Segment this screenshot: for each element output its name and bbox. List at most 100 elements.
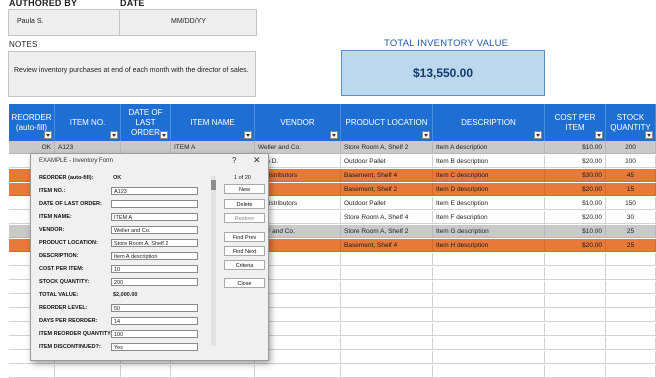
cell-description[interactable]: Item G description	[433, 225, 545, 238]
cell-qty[interactable]: 15	[606, 183, 656, 196]
cell-location[interactable]: Basement, Shelf 4	[341, 239, 433, 252]
cell-cost[interactable]: $10.00	[545, 225, 606, 238]
cell-location[interactable]	[341, 295, 433, 308]
criteria-button[interactable]: Criteria	[224, 260, 265, 270]
date-cell[interactable]: MM/DD/YY	[119, 9, 257, 36]
cell-location[interactable]: Outdoor Pallet	[341, 197, 433, 210]
cell-description[interactable]	[433, 253, 545, 266]
cell-qty[interactable]	[606, 267, 656, 280]
form-field-input[interactable]	[111, 200, 198, 208]
cell-cost[interactable]	[545, 253, 606, 266]
cell-qty[interactable]: 150	[606, 197, 656, 210]
form-field-input[interactable]: 14	[111, 317, 198, 325]
form-field-input[interactable]: A123	[111, 187, 198, 195]
filter-dropdown-icon[interactable]	[160, 131, 168, 139]
filter-dropdown-icon[interactable]	[44, 131, 52, 139]
filter-dropdown-icon[interactable]	[244, 131, 252, 139]
cell-location[interactable]: Store Room A, Shelf 4	[341, 211, 433, 224]
cell-cost[interactable]	[545, 351, 606, 364]
cell-qty[interactable]: 100	[606, 155, 656, 168]
cell-location[interactable]	[341, 365, 433, 378]
author-cell[interactable]: Paula S.	[8, 9, 120, 36]
cell-description[interactable]	[433, 365, 545, 378]
form-scrollbar[interactable]	[211, 176, 216, 346]
cell-qty[interactable]: 25	[606, 239, 656, 252]
cell-qty[interactable]	[606, 295, 656, 308]
cell-location[interactable]	[341, 351, 433, 364]
find-prev-button[interactable]: Find Prev	[224, 232, 265, 242]
cell-description[interactable]	[433, 267, 545, 280]
cell-location[interactable]: Store Room A, Shelf 2	[341, 141, 433, 154]
filter-dropdown-icon[interactable]	[595, 131, 603, 139]
cell-qty[interactable]: 25	[606, 225, 656, 238]
cell-location[interactable]: Basement, Shelf 4	[341, 169, 433, 182]
cell-description[interactable]	[433, 351, 545, 364]
form-field-input[interactable]: Weller and Co.	[111, 226, 198, 234]
cell-cost[interactable]	[545, 295, 606, 308]
cell-reorder[interactable]	[9, 365, 55, 378]
cell-cost[interactable]: $20.00	[545, 183, 606, 196]
cell-cost[interactable]: $10.00	[545, 141, 606, 154]
cell-description[interactable]: Item H description	[433, 239, 545, 252]
cell-description[interactable]	[433, 295, 545, 308]
cell-qty[interactable]: 200	[606, 141, 656, 154]
cell-cost[interactable]: $30.00	[545, 169, 606, 182]
cell-description[interactable]	[433, 281, 545, 294]
cell-location[interactable]	[341, 309, 433, 322]
cell-description[interactable]: Item D description	[433, 183, 545, 196]
cell-location[interactable]	[341, 337, 433, 350]
close-button[interactable]: Close	[224, 278, 265, 288]
filter-dropdown-icon[interactable]	[422, 131, 430, 139]
cell-qty[interactable]: 30	[606, 211, 656, 224]
table-row[interactable]	[9, 365, 656, 378]
find-next-button[interactable]: Find Next	[224, 246, 265, 256]
cell-description[interactable]: Item E description	[433, 197, 545, 210]
cell-location[interactable]	[341, 323, 433, 336]
cell-description[interactable]	[433, 323, 545, 336]
cell-item-no[interactable]	[55, 365, 121, 378]
cell-name[interactable]	[171, 365, 255, 378]
cell-cost[interactable]	[545, 323, 606, 336]
cell-qty[interactable]	[606, 281, 656, 294]
cell-cost[interactable]: $20.00	[545, 239, 606, 252]
cell-qty[interactable]: 45	[606, 169, 656, 182]
delete-button[interactable]: Delete	[224, 199, 265, 209]
cell-qty[interactable]	[606, 309, 656, 322]
cell-location[interactable]	[341, 267, 433, 280]
cell-location[interactable]: Basement, Shelf 2	[341, 183, 433, 196]
cell-qty[interactable]	[606, 337, 656, 350]
cell-description[interactable]: Item B description	[433, 155, 545, 168]
form-field-input[interactable]: Store Room A, Shelf 2	[111, 239, 198, 247]
cell-cost[interactable]	[545, 267, 606, 280]
help-icon[interactable]: ?	[232, 156, 236, 165]
filter-dropdown-icon[interactable]	[330, 131, 338, 139]
restore-button[interactable]: Restore	[224, 213, 265, 223]
form-field-input[interactable]: 200	[111, 278, 198, 286]
filter-dropdown-icon[interactable]	[534, 131, 542, 139]
cell-cost[interactable]	[545, 309, 606, 322]
form-field-input[interactable]: Item A description	[111, 252, 198, 260]
cell-qty[interactable]	[606, 253, 656, 266]
cell-description[interactable]: Item C description	[433, 169, 545, 182]
cell-description[interactable]	[433, 337, 545, 350]
close-icon[interactable]: ✕	[253, 155, 261, 166]
filter-dropdown-icon[interactable]	[110, 131, 118, 139]
cell-description[interactable]	[433, 309, 545, 322]
filter-dropdown-icon[interactable]	[645, 131, 653, 139]
cell-location[interactable]: Store Room A, Shelf 2	[341, 225, 433, 238]
cell-qty[interactable]	[606, 365, 656, 378]
cell-cost[interactable]: $20.00	[545, 155, 606, 168]
cell-cost[interactable]	[545, 337, 606, 350]
cell-location[interactable]	[341, 253, 433, 266]
cell-description[interactable]: Item A description	[433, 141, 545, 154]
cell-location[interactable]	[341, 281, 433, 294]
form-field-input[interactable]: ITEM A	[111, 213, 198, 221]
cell-description[interactable]: Item F description	[433, 211, 545, 224]
cell-qty[interactable]	[606, 351, 656, 364]
cell-location[interactable]: Outdoor Pallet	[341, 155, 433, 168]
form-field-input[interactable]: 50	[111, 304, 198, 312]
form-field-input[interactable]: Yes	[111, 343, 198, 351]
notes-cell[interactable]: Review inventory purchases at end of eac…	[8, 51, 256, 97]
cell-qty[interactable]	[606, 323, 656, 336]
cell-date[interactable]	[121, 365, 171, 378]
